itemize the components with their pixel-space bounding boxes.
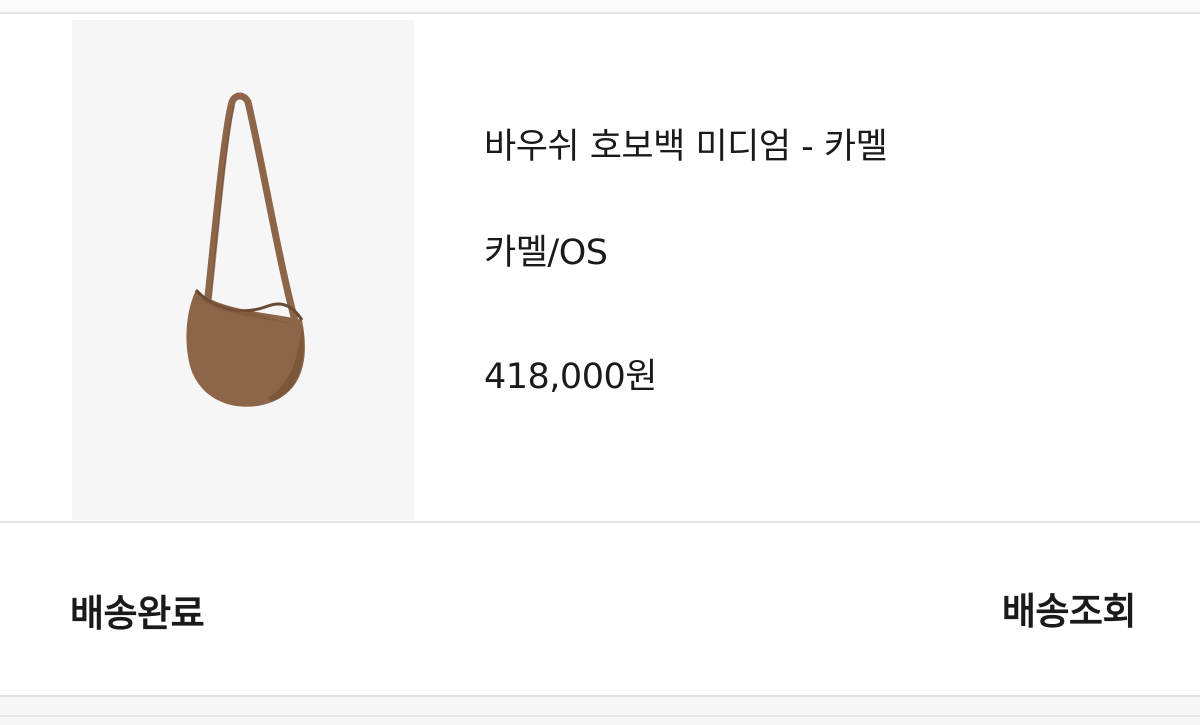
product-price: 418,000원 [484, 357, 657, 397]
track-delivery-button[interactable]: 배송조회 [1000, 573, 1138, 643]
top-divider [0, 0, 1200, 14]
bottom-divider [0, 695, 1200, 725]
delivery-status-row: 배송완료 배송조회 [0, 523, 1200, 695]
product-thumbnail[interactable] [72, 20, 414, 520]
hobo-bag-icon [186, 92, 305, 407]
product-name[interactable]: 바우쉬 호보백 미디엄 - 카멜 [484, 118, 888, 169]
order-item-card[interactable]: 바우쉬 호보백 미디엄 - 카멜 카멜/OS 418,000원 [0, 14, 1200, 522]
product-option: 카멜/OS [484, 233, 608, 273]
delivery-status-label: 배송완료 [70, 592, 205, 635]
